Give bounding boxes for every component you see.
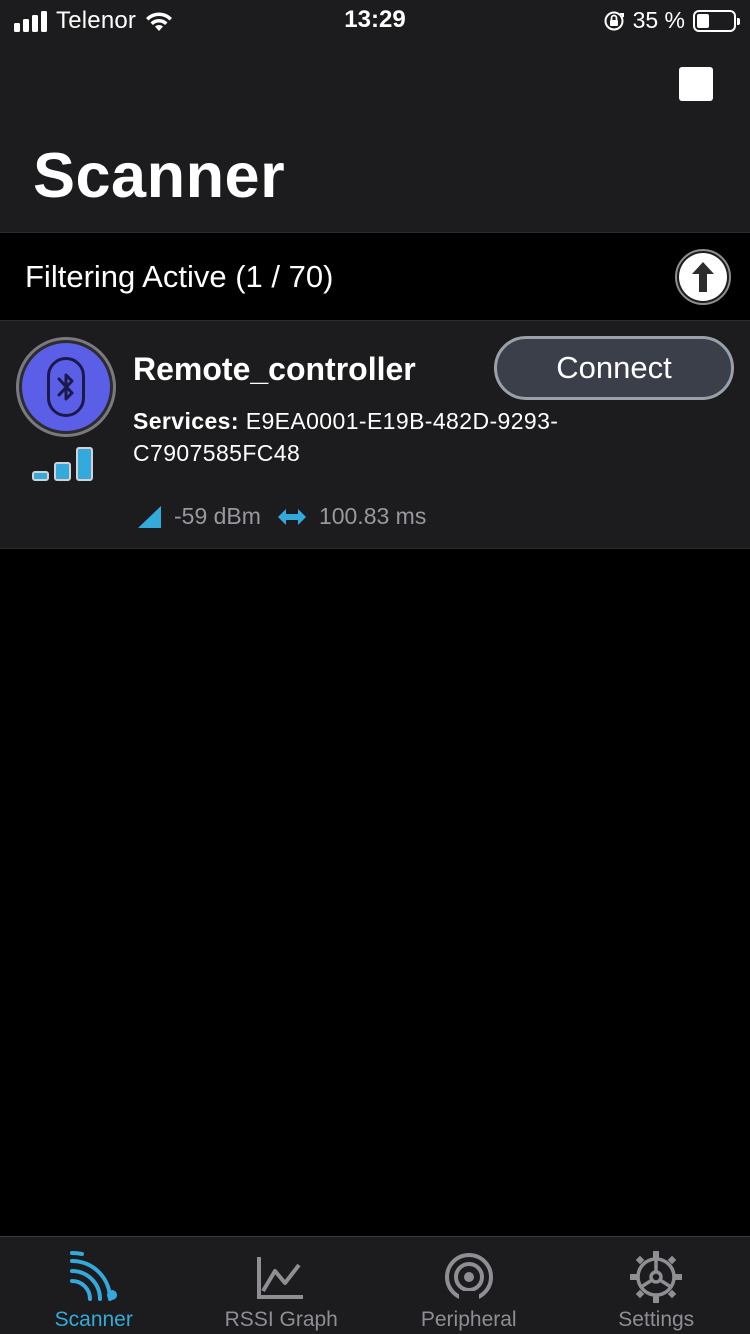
tab-bar: Scanner RSSI Graph Peripheral Settings [0, 1236, 750, 1334]
interval-icon [277, 508, 306, 525]
collapse-filter-button[interactable] [675, 249, 731, 305]
tab-rssi-graph[interactable]: RSSI Graph [188, 1237, 376, 1334]
status-bar: Telenor 13:29 35 % [0, 0, 750, 42]
signal-strength-icon [32, 447, 93, 481]
tab-scanner[interactable]: Scanner [0, 1237, 188, 1334]
gear-icon [628, 1249, 684, 1305]
status-bar-right: 35 % [603, 7, 740, 34]
device-avatar [16, 337, 116, 437]
device-list-item[interactable]: Remote_controller Connect Services: E9EA… [0, 321, 750, 549]
stop-scan-button[interactable] [679, 67, 713, 101]
rssi-value: -59 dBm [174, 503, 261, 529]
advertising-interval: 100.83 ms [318, 503, 427, 529]
services-label: Services: [133, 408, 239, 434]
tab-peripheral[interactable]: Peripheral [375, 1237, 563, 1334]
nav-header: Scanner [0, 42, 750, 233]
scanner-icon [66, 1249, 122, 1305]
rssi-icon [138, 505, 161, 528]
device-meta: -59 dBm 100.83 ms [138, 503, 426, 530]
battery-percent: 35 % [632, 7, 685, 33]
filter-status-label: Filtering Active (1 / 70) [25, 259, 334, 294]
bluetooth-icon [47, 357, 85, 417]
tab-settings[interactable]: Settings [563, 1237, 750, 1334]
connect-button[interactable]: Connect [494, 336, 734, 400]
orientation-lock-icon [604, 11, 624, 30]
peripheral-icon [441, 1249, 497, 1305]
arrow-up-icon [679, 253, 727, 301]
page-title: Scanner [33, 141, 286, 211]
tab-label: Peripheral [420, 1308, 517, 1331]
tab-label: RSSI Graph [224, 1308, 338, 1331]
tab-label: Settings [618, 1308, 695, 1331]
battery-icon [693, 9, 740, 32]
filter-bar[interactable]: Filtering Active (1 / 70) [0, 233, 750, 321]
battery-fill [697, 13, 709, 28]
device-avatar-inner [22, 343, 110, 431]
device-services: Services: E9EA0001-E19B-482D-9293-C79075… [133, 405, 613, 469]
device-name: Remote_controller [133, 351, 416, 387]
graph-icon [253, 1249, 309, 1305]
tab-label: Scanner [54, 1308, 133, 1331]
